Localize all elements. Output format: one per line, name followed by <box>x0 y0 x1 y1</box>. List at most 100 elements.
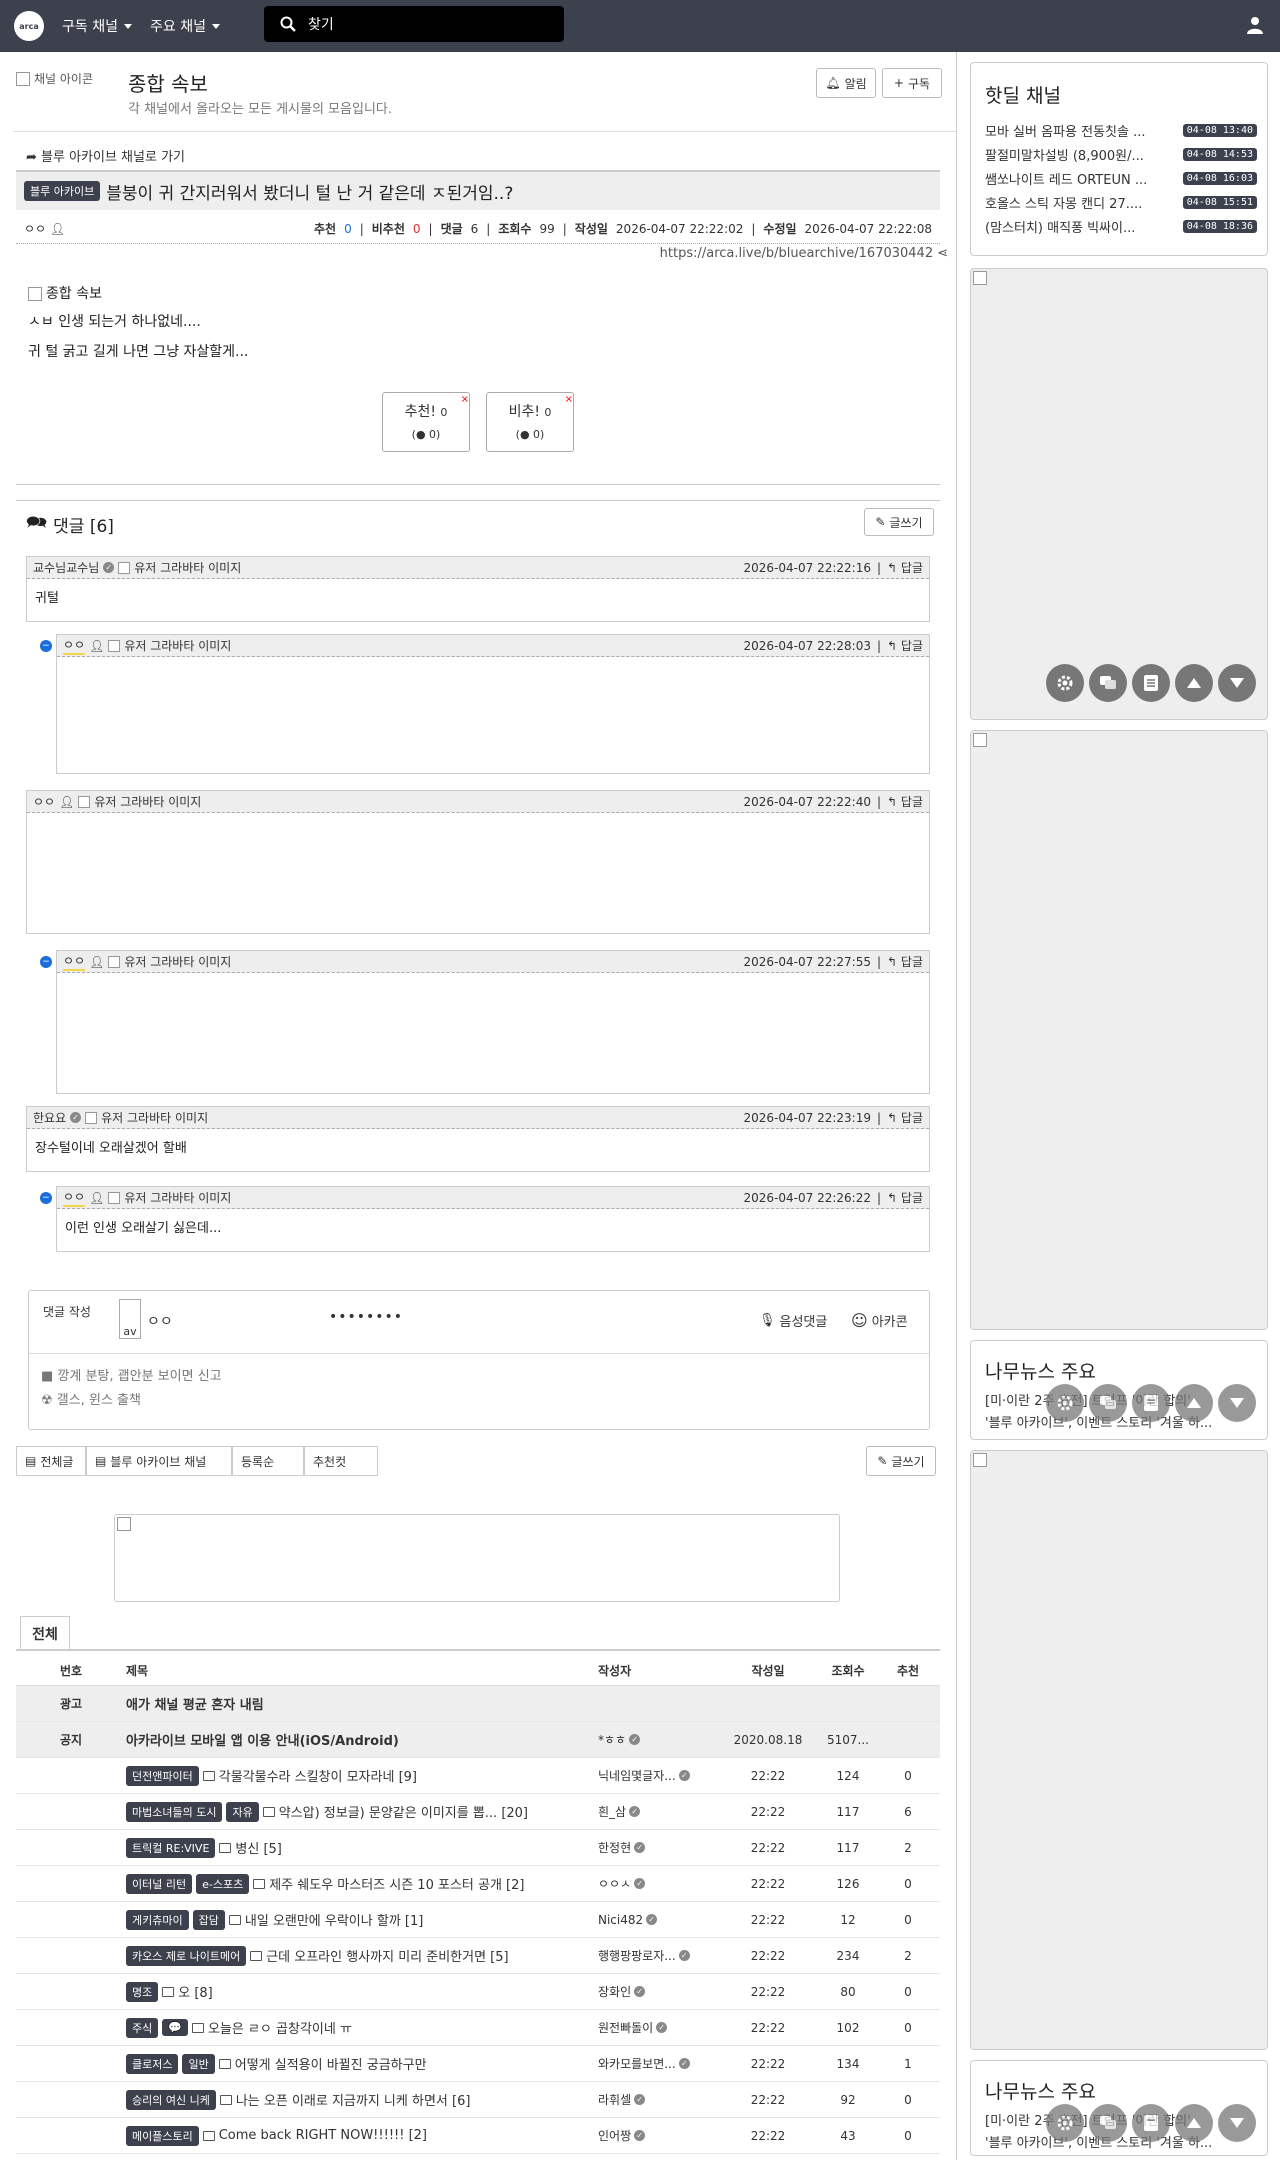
subscribe-button[interactable]: + 구독 <box>882 68 942 98</box>
arca-logo[interactable]: arca <box>14 11 44 41</box>
sidebar-ad-image[interactable] <box>970 1450 1268 2050</box>
password-field[interactable]: •••••••• <box>329 1309 403 1325</box>
table-row[interactable]: 주식 💬 오늘은 ㄹㅇ 곱창각이네 ㅠ 원전빠돌이 ✓ 22:22 102 0 <box>16 2010 940 2046</box>
channel-badge[interactable]: 메이플스토리 <box>126 2125 199 2146</box>
table-row[interactable]: 광고 애가 채널 평균 혼자 내림 <box>16 1686 940 1722</box>
row-author[interactable]: 한정현 ✓ <box>598 1839 728 1856</box>
table-row[interactable]: 이터널 리턴 e-스포츠 제주 쉐도우 마스터즈 시즌 10 포스터 공개 [2] ㅇ… <box>16 1866 940 1902</box>
category-badge[interactable]: e-스포츠 <box>196 1873 250 1894</box>
settings-button[interactable] <box>1046 664 1084 702</box>
row-title-cell[interactable]: 주식 💬 오늘은 ㄹㅇ 곱창각이네 ㅠ <box>126 2017 598 2038</box>
settings-button[interactable] <box>1046 1384 1084 1422</box>
channel-badge[interactable]: 주식 <box>126 2017 159 2038</box>
reply-button[interactable]: ↰ 답글 <box>887 637 923 654</box>
hotdeal-item[interactable]: 쌤쏘나이트 레드 ORTEUN ... 04-08 16:03 <box>985 169 1257 188</box>
reply-button[interactable]: ↰ 답글 <box>887 953 923 970</box>
reply-button[interactable]: ↰ 답글 <box>887 1189 923 1206</box>
settings-button[interactable] <box>1046 2104 1084 2142</box>
category-badge[interactable]: 일반 <box>182 2053 215 2074</box>
comments-jump-button[interactable] <box>1089 1384 1127 1422</box>
hotdeal-item[interactable]: (맘스터치) 매직퐁 빅싸이... 04-08 18:36 <box>985 217 1257 236</box>
scroll-bottom-button[interactable] <box>1218 1384 1256 1422</box>
sidebar-ad-image[interactable] <box>970 730 1268 1330</box>
comment-textarea[interactable]: ■ 깡계 분탕, 괩안분 보이면 신고 ☢ 갤스, 윈스 출책 <box>41 1365 222 1413</box>
category-badge[interactable]: 잡담 <box>192 1909 225 1930</box>
scroll-top-button[interactable] <box>1175 664 1213 702</box>
comment-author[interactable]: 한요요 <box>33 1109 66 1126</box>
row-title-cell[interactable]: 게키츄마이 잡담 내일 오랜만에 우락이나 할까 [1] <box>126 1909 598 1930</box>
row-title-cell[interactable]: 승리의 여신 니케 나는 오픈 이래로 지금까지 니케 하면서 [6] <box>126 2089 598 2110</box>
row-author[interactable]: 인어짱 ✓ <box>598 2127 728 2144</box>
vote-down-button[interactable]: × 비추! 0 (● 0) <box>486 392 574 452</box>
comment-write-button[interactable]: ✎ 글쓰기 <box>864 508 934 536</box>
row-title-cell[interactable]: 클로저스 일반 어떻게 실적용이 바뀔진 궁금하구만 <box>126 2053 598 2074</box>
channel-badge[interactable]: 승리의 여신 니케 <box>126 2089 216 2110</box>
row-title-cell[interactable]: 트릭컬 RE:VIVE 병신 [5] <box>126 1837 598 1858</box>
news-title[interactable]: 나무뉴스 주요 <box>985 2077 1096 2104</box>
list-button[interactable] <box>1132 1384 1170 1422</box>
reply-button[interactable]: ↰ 답글 <box>887 793 923 810</box>
row-author[interactable]: 와카모를보면... ✓ <box>598 2055 728 2072</box>
table-row[interactable]: 메이플스토리 Come back RIGHT NOW!!!!!! [2] 인어짱 ✓ 2… <box>16 2118 940 2154</box>
share-icon[interactable]: ⋖ <box>937 246 948 261</box>
comment-author[interactable]: ㅇㅇ <box>33 793 55 810</box>
row-title-cell[interactable]: 애가 채널 평균 혼자 내림 <box>126 1694 598 1713</box>
comment-author[interactable]: 교수님교수님 <box>33 559 99 576</box>
post-author[interactable]: ㅇㅇ 👤︎ <box>24 220 65 237</box>
channel-badge[interactable]: 던전앤파이터 <box>126 1765 199 1786</box>
scroll-top-button[interactable] <box>1175 1384 1213 1422</box>
best-filter-button[interactable]: 추천컷 <box>304 1446 378 1476</box>
post-url[interactable]: https://arca.live/b/bluearchive/16703044… <box>660 246 948 261</box>
table-row[interactable]: 게키츄마이 잡담 내일 오랜만에 우락이나 할까 [1] Nici482 ✓ 22:22 1… <box>16 1902 940 1938</box>
tab-all[interactable]: 전체 <box>20 1616 70 1650</box>
channel-badge[interactable]: 명조 <box>126 1981 159 2002</box>
comment-author[interactable]: ㅇㅇ <box>63 952 86 971</box>
row-title-cell[interactable]: 던전앤파이터 각물각물수라 스킬창이 모자라네 [9] <box>126 1765 598 1786</box>
table-row[interactable]: 공지 아카라이브 모바일 앱 이용 안내(iOS/Android) *ㅎㅎ ✓ 2020… <box>16 1722 940 1758</box>
table-row[interactable]: 명조 오 [8] 장화인 ✓ 22:22 80 0 <box>16 1974 940 2010</box>
category-badge[interactable]: 블루 아카이브 <box>24 181 101 201</box>
category-badge[interactable]: 자유 <box>226 1801 259 1822</box>
table-row[interactable]: 승리의 여신 니케 나는 오픈 이래로 지금까지 니케 하면서 [6] 라휘셀 ✓ 22… <box>16 2082 940 2118</box>
row-author[interactable]: 흰_삼 ✓ <box>598 1803 728 1820</box>
back-to-channel-link[interactable]: ➦ 블루 아카이브 채널로 가기 <box>26 146 185 165</box>
table-row[interactable]: 마법소녀들의 도시 자유 약스압) 정보글) 문양같은 이미지를 뽑... [20]… <box>16 1794 940 1830</box>
reply-button[interactable]: ↰ 답글 <box>887 559 923 576</box>
comment-author[interactable]: ㅇㅇ <box>63 636 86 655</box>
row-author[interactable]: *ㅎㅎ ✓ <box>598 1731 728 1748</box>
table-row[interactable]: 트릭컬 RE:VIVE 병신 [5] 한정현 ✓ 22:22 117 2 <box>16 1830 940 1866</box>
row-author[interactable]: 원전빠돌이 ✓ <box>598 2019 728 2036</box>
alarm-button[interactable]: 🔔︎ 알림 <box>816 68 876 98</box>
emoticon-button[interactable]: ☺ 아카콘 <box>851 1311 908 1330</box>
channel-badge[interactable]: 카오스 제로 나이트메어 <box>126 1945 247 1966</box>
voice-comment-button[interactable]: 🎙︎ 음성댓글 <box>759 1311 827 1330</box>
comments-jump-button[interactable] <box>1089 2104 1127 2142</box>
main-channels-dropdown[interactable]: 주요 채널 <box>150 16 220 36</box>
row-author[interactable]: 닉네임몇글자... ✓ <box>598 1767 728 1784</box>
list-button[interactable] <box>1132 664 1170 702</box>
sort-order-button[interactable]: 등록순 <box>232 1446 304 1476</box>
hotdeal-item[interactable]: 호올스 스틱 자몽 캔디 27.... 04-08 15:51 <box>985 193 1257 212</box>
row-title-cell[interactable]: 마법소녀들의 도시 자유 약스압) 정보글) 문양같은 이미지를 뽑... [20] <box>126 1801 598 1822</box>
row-title-cell[interactable]: 아카라이브 모바일 앱 이용 안내(iOS/Android) <box>126 1730 598 1749</box>
channel-badge[interactable]: 이터널 리턴 <box>126 1873 193 1894</box>
ad-banner[interactable] <box>114 1514 840 1602</box>
channel-badge[interactable]: 게키츄마이 <box>126 1909 189 1930</box>
filter-channel-button[interactable]: ▤ 블루 아카이브 채널 <box>86 1446 232 1476</box>
channel-badge[interactable]: 클로저스 <box>126 2053 179 2074</box>
row-title-cell[interactable]: 이터널 리턴 e-스포츠 제주 쉐도우 마스터즈 시즌 10 포스터 공개 [2] <box>126 1873 598 1894</box>
channel-badge[interactable]: 마법소녀들의 도시 <box>126 1801 223 1822</box>
row-author[interactable]: 라휘셀 ✓ <box>598 2091 728 2108</box>
board-write-button[interactable]: ✎ 글쓰기 <box>866 1446 936 1476</box>
row-author[interactable]: ㅇㅇㅅ ✓ <box>598 1875 728 1892</box>
vote-up-button[interactable]: × 추천! 0 (● 0) <box>382 392 470 452</box>
row-title-cell[interactable]: 명조 오 [8] <box>126 1981 598 2002</box>
table-row[interactable]: 클로저스 일반 어떻게 실적용이 바뀔진 궁금하구만 와카모를보면... ✓ 22:22 1… <box>16 2046 940 2082</box>
name-field[interactable]: ㅇㅇ <box>147 1311 173 1331</box>
table-row[interactable]: 던전앤파이터 각물각물수라 스킬창이 모자라네 [9] 닉네임몇글자... ✓ 22:2… <box>16 1758 940 1794</box>
channel-badge[interactable]: 트릭컬 RE:VIVE <box>126 1837 216 1858</box>
channel-title[interactable]: 종합 속보 <box>128 68 208 97</box>
row-title-cell[interactable]: 카오스 제로 나이트메어 근데 오프라인 행사까지 미리 준비한거면 [5] <box>126 1945 598 1966</box>
search-input[interactable]: 찾기 <box>264 6 564 42</box>
comment-author[interactable]: ㅇㅇ <box>63 1188 86 1207</box>
